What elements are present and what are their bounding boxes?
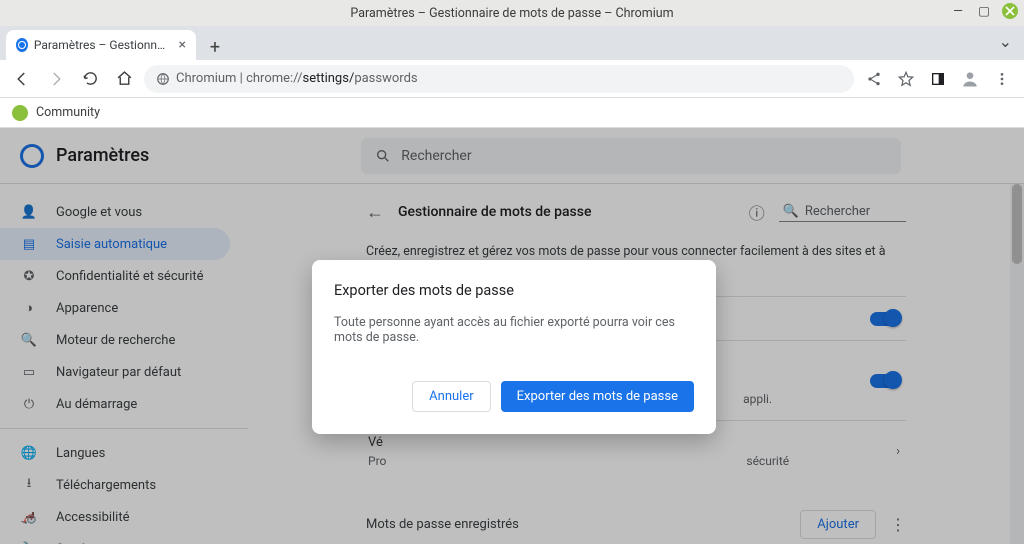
share-icon[interactable] (860, 65, 888, 93)
close-window-icon[interactable] (1002, 3, 1018, 19)
os-titlebar: Paramètres – Gestionnaire de mots de pas… (0, 0, 1024, 26)
address-bar[interactable]: Chromium | chrome://settings/passwords (144, 65, 854, 93)
tab-title: Paramètres – Gestionnaire de (34, 38, 169, 52)
tab-strip: Paramètres – Gestionnaire de × + ⌄ (0, 26, 1024, 60)
menu-icon[interactable] (988, 65, 1016, 93)
export-confirm-button[interactable]: Exporter des mots de passe (501, 381, 694, 412)
profile-icon[interactable] (956, 65, 984, 93)
maximize-icon[interactable]: ▢ (976, 3, 992, 19)
bookmark-favicon (12, 105, 28, 121)
window-title: Paramètres – Gestionnaire de mots de pas… (350, 6, 673, 21)
bookmark-item[interactable]: Community (36, 105, 100, 120)
browser-toolbar: Chromium | chrome://settings/passwords (0, 60, 1024, 98)
browser-tab[interactable]: Paramètres – Gestionnaire de × (6, 30, 196, 60)
close-tab-icon[interactable]: × (179, 37, 186, 53)
tab-favicon (16, 38, 28, 52)
site-info-icon[interactable] (156, 72, 170, 86)
dialog-body: Toute personne ayant accès au fichier ex… (334, 315, 694, 345)
bookmark-star-icon[interactable] (892, 65, 920, 93)
minimize-icon[interactable]: — (950, 3, 966, 19)
dialog-title: Exporter des mots de passe (334, 282, 694, 299)
forward-button[interactable] (42, 65, 70, 93)
tab-overflow-icon[interactable]: ⌄ (999, 32, 1012, 51)
bookmarks-bar: Community (0, 98, 1024, 128)
back-button[interactable] (8, 65, 36, 93)
new-tab-button[interactable]: + (202, 34, 228, 60)
home-button[interactable] (110, 65, 138, 93)
url-text: Chromium | chrome://settings/passwords (176, 71, 418, 86)
export-passwords-dialog: Exporter des mots de passe Toute personn… (312, 260, 716, 434)
reading-list-icon[interactable] (924, 65, 952, 93)
cancel-button[interactable]: Annuler (412, 381, 490, 412)
reload-button[interactable] (76, 65, 104, 93)
